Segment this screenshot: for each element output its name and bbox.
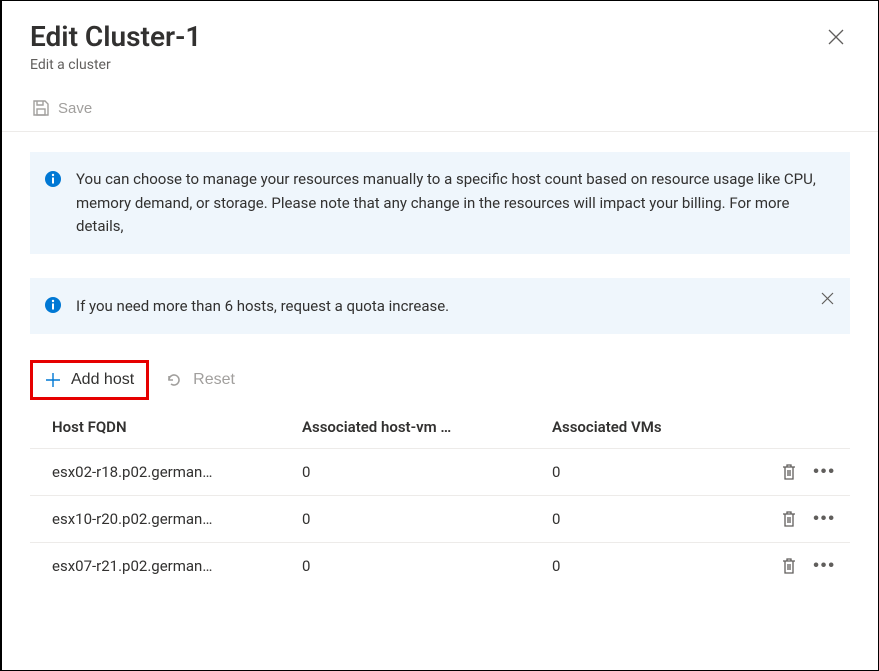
info-icon	[44, 170, 62, 238]
undo-icon	[165, 371, 183, 389]
toolbar: Save	[30, 95, 850, 131]
save-icon	[32, 99, 50, 117]
cell-host-vm: 0	[302, 510, 552, 528]
column-header-vms[interactable]: Associated VMs	[552, 418, 828, 436]
dismiss-banner-button[interactable]	[817, 288, 838, 309]
info-icon	[44, 296, 62, 318]
panel-title: Edit Cluster-1	[30, 19, 201, 55]
info-banner-quota: If you need more than 6 hosts, request a…	[30, 278, 850, 334]
reset-button[interactable]: Reset	[159, 367, 241, 393]
column-header-host-vm[interactable]: Associated host-vm …	[302, 418, 552, 436]
hosts-table: Host FQDN Associated host-vm … Associate…	[30, 418, 850, 589]
save-label: Save	[58, 100, 92, 117]
row-actions: •••	[777, 506, 840, 532]
cell-host-vm: 0	[302, 557, 552, 575]
delete-row-button[interactable]	[777, 459, 801, 485]
table-header: Host FQDN Associated host-vm … Associate…	[30, 418, 850, 448]
row-more-button[interactable]: •••	[809, 507, 840, 531]
cell-fqdn: esx07-r21.p02.german…	[52, 557, 302, 575]
row-more-button[interactable]: •••	[809, 554, 840, 578]
title-block: Edit Cluster-1 Edit a cluster	[30, 19, 201, 73]
table-row[interactable]: esx02-r18.p02.german… 0 0 •••	[30, 448, 850, 495]
column-header-fqdn[interactable]: Host FQDN	[52, 418, 302, 436]
add-host-label: Add host	[71, 371, 134, 389]
panel-subtitle: Edit a cluster	[30, 57, 201, 73]
row-actions: •••	[777, 553, 840, 579]
cell-fqdn: esx02-r18.p02.german…	[52, 463, 302, 481]
cell-fqdn: esx10-r20.p02.german…	[52, 510, 302, 528]
trash-icon	[781, 463, 797, 481]
save-button[interactable]: Save	[30, 95, 94, 121]
table-row[interactable]: esx10-r20.p02.german… 0 0 •••	[30, 495, 850, 542]
cell-host-vm: 0	[302, 463, 552, 481]
close-button[interactable]	[822, 23, 850, 51]
command-bar: Add host Reset	[30, 360, 850, 400]
edit-cluster-panel: Edit Cluster-1 Edit a cluster Save You c…	[0, 0, 879, 671]
add-host-button[interactable]: Add host	[39, 367, 140, 393]
more-icon: •••	[813, 511, 836, 527]
row-more-button[interactable]: •••	[809, 460, 840, 484]
trash-icon	[781, 510, 797, 528]
trash-icon	[781, 557, 797, 575]
info-banner-resources: You can choose to manage your resources …	[30, 152, 850, 254]
more-icon: •••	[813, 558, 836, 574]
row-actions: •••	[777, 459, 840, 485]
info-banner-quota-text: If you need more than 6 hosts, request a…	[76, 295, 449, 318]
plus-icon	[45, 372, 61, 388]
more-icon: •••	[813, 464, 836, 480]
panel-header: Edit Cluster-1 Edit a cluster	[30, 19, 850, 73]
close-icon	[828, 29, 844, 45]
reset-label: Reset	[193, 371, 235, 389]
delete-row-button[interactable]	[777, 506, 801, 532]
table-row[interactable]: esx07-r21.p02.german… 0 0 •••	[30, 542, 850, 589]
close-icon	[821, 292, 834, 305]
info-banner-resources-text: You can choose to manage your resources …	[76, 168, 830, 238]
add-host-highlight: Add host	[30, 360, 149, 400]
toolbar-divider	[2, 131, 878, 132]
delete-row-button[interactable]	[777, 553, 801, 579]
